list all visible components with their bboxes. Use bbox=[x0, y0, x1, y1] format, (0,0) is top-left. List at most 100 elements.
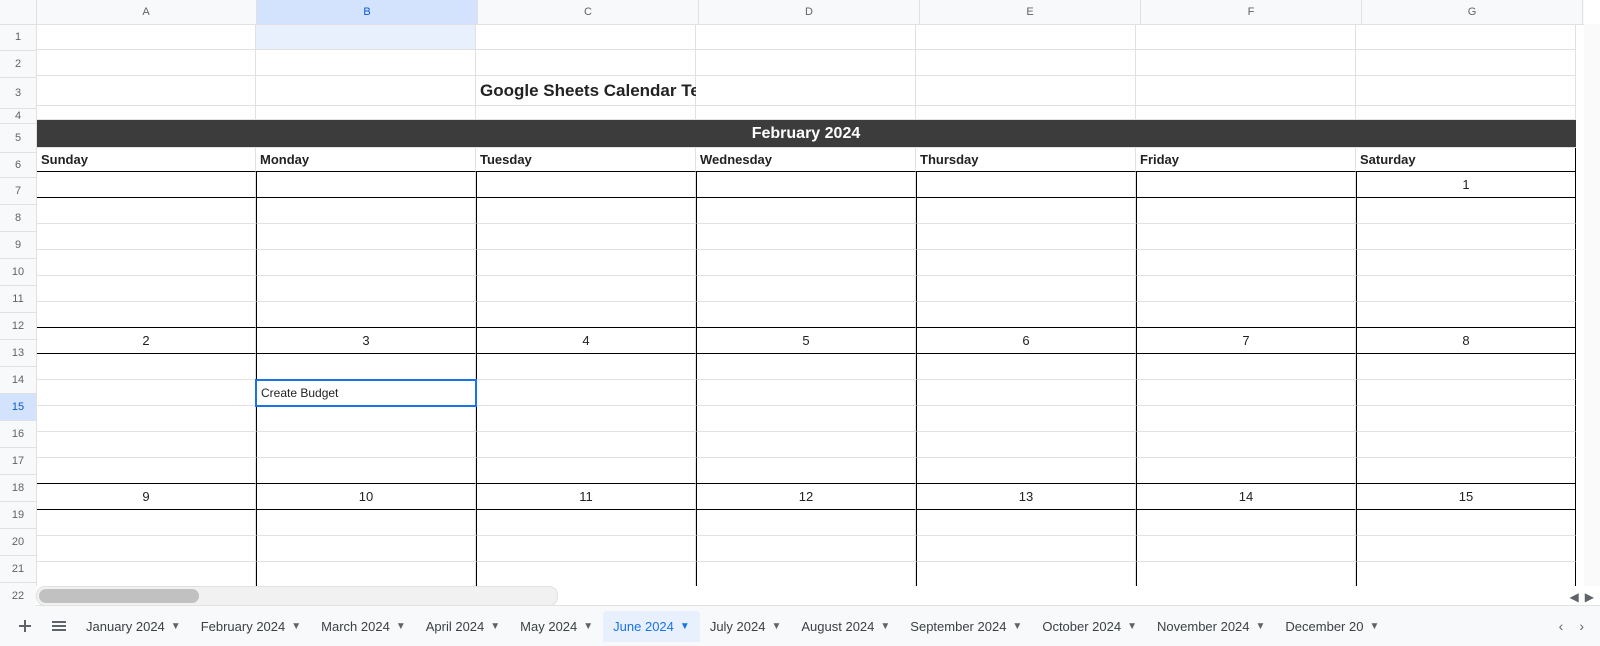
cell[interactable] bbox=[696, 458, 916, 484]
cell[interactable] bbox=[1136, 172, 1356, 198]
chevron-down-icon[interactable]: ▼ bbox=[583, 621, 593, 632]
cell[interactable] bbox=[696, 250, 916, 276]
cell[interactable] bbox=[256, 250, 476, 276]
cell[interactable] bbox=[256, 458, 476, 484]
chevron-down-icon[interactable]: ▼ bbox=[171, 621, 181, 632]
cell[interactable] bbox=[256, 106, 476, 120]
sheet-tab[interactable]: February 2024▼ bbox=[191, 611, 311, 642]
cell[interactable] bbox=[1136, 106, 1356, 120]
chevron-down-icon[interactable]: ▼ bbox=[680, 621, 690, 632]
day-header[interactable]: Tuesday bbox=[476, 148, 696, 172]
cell[interactable] bbox=[36, 120, 256, 148]
day-header[interactable]: Thursday bbox=[916, 148, 1136, 172]
row-header-17[interactable]: 17 bbox=[0, 448, 36, 475]
row-header-5[interactable]: 5 bbox=[0, 124, 36, 153]
chevron-down-icon[interactable]: ▼ bbox=[291, 621, 301, 632]
cell[interactable] bbox=[916, 432, 1136, 458]
cell[interactable] bbox=[1356, 510, 1576, 536]
sheet-tab[interactable]: May 2024▼ bbox=[510, 611, 603, 642]
cell[interactable] bbox=[36, 224, 256, 250]
cell[interactable] bbox=[1356, 50, 1576, 76]
cell[interactable] bbox=[696, 536, 916, 562]
cell[interactable] bbox=[36, 562, 256, 586]
sheet-tab[interactable]: March 2024▼ bbox=[311, 611, 416, 642]
row-header-12[interactable]: 12 bbox=[0, 313, 36, 340]
cell[interactable] bbox=[36, 302, 256, 328]
sheet-tab[interactable]: September 2024▼ bbox=[900, 611, 1032, 642]
cell[interactable] bbox=[1136, 198, 1356, 224]
horizontal-scrollbar-thumb[interactable] bbox=[39, 589, 199, 603]
cell[interactable] bbox=[1136, 76, 1356, 106]
cell[interactable] bbox=[1356, 354, 1576, 380]
cell[interactable] bbox=[36, 536, 256, 562]
cell[interactable] bbox=[1136, 276, 1356, 302]
cell[interactable] bbox=[256, 276, 476, 302]
spreadsheet-grid[interactable]: Google Sheets Calendar TemplateFebruary … bbox=[36, 24, 1584, 586]
cell[interactable] bbox=[476, 106, 696, 120]
date-cell[interactable]: 6 bbox=[916, 328, 1136, 354]
cell[interactable] bbox=[1356, 120, 1576, 148]
cell[interactable] bbox=[916, 120, 1136, 148]
vertical-scrollbar[interactable] bbox=[1584, 24, 1600, 586]
date-cell[interactable]: 14 bbox=[1136, 484, 1356, 510]
row-header-10[interactable]: 10 bbox=[0, 259, 36, 286]
cell[interactable] bbox=[476, 510, 696, 536]
cell[interactable] bbox=[696, 224, 916, 250]
cell[interactable] bbox=[1356, 224, 1576, 250]
cell[interactable] bbox=[1136, 380, 1356, 406]
date-cell[interactable]: 8 bbox=[1356, 328, 1576, 354]
row-header-9[interactable]: 9 bbox=[0, 232, 36, 259]
cell[interactable] bbox=[696, 406, 916, 432]
cell[interactable] bbox=[36, 106, 256, 120]
cell[interactable] bbox=[1356, 432, 1576, 458]
cell[interactable] bbox=[476, 406, 696, 432]
cell[interactable] bbox=[476, 276, 696, 302]
cell[interactable] bbox=[1136, 354, 1356, 380]
column-header-F[interactable]: F bbox=[1141, 0, 1362, 24]
cell[interactable] bbox=[696, 76, 916, 106]
cell[interactable] bbox=[696, 276, 916, 302]
row-header-21[interactable]: 21 bbox=[0, 556, 36, 583]
cell[interactable] bbox=[1136, 458, 1356, 484]
sheet-tab[interactable]: January 2024▼ bbox=[76, 611, 191, 642]
cell[interactable] bbox=[476, 380, 696, 406]
column-header-C[interactable]: C bbox=[478, 0, 699, 24]
cell[interactable] bbox=[1356, 76, 1576, 106]
row-header-14[interactable]: 14 bbox=[0, 367, 36, 394]
cell[interactable] bbox=[476, 458, 696, 484]
cell[interactable] bbox=[476, 432, 696, 458]
cell[interactable] bbox=[36, 458, 256, 484]
day-header[interactable]: Friday bbox=[1136, 148, 1356, 172]
cell[interactable] bbox=[476, 50, 696, 76]
tab-scroll-left[interactable]: ‹ bbox=[1551, 612, 1572, 640]
column-header-D[interactable]: D bbox=[699, 0, 920, 24]
month-title[interactable]: February 2024 bbox=[696, 120, 916, 148]
row-header-19[interactable]: 19 bbox=[0, 502, 36, 529]
cell[interactable] bbox=[476, 302, 696, 328]
cell[interactable] bbox=[696, 562, 916, 586]
cell[interactable] bbox=[916, 276, 1136, 302]
row-header-22[interactable]: 22 bbox=[0, 583, 36, 606]
chevron-down-icon[interactable]: ▼ bbox=[490, 621, 500, 632]
date-cell[interactable]: 7 bbox=[1136, 328, 1356, 354]
sheet-tab[interactable]: August 2024▼ bbox=[791, 611, 900, 642]
cell[interactable] bbox=[256, 198, 476, 224]
row-header-1[interactable]: 1 bbox=[0, 24, 36, 51]
cell[interactable] bbox=[916, 302, 1136, 328]
cell[interactable] bbox=[256, 432, 476, 458]
chevron-down-icon[interactable]: ▼ bbox=[1369, 621, 1379, 632]
cell[interactable] bbox=[256, 536, 476, 562]
cell[interactable] bbox=[696, 172, 916, 198]
cell[interactable] bbox=[256, 24, 476, 50]
cell[interactable] bbox=[696, 106, 916, 120]
column-header-A[interactable]: A bbox=[36, 0, 257, 24]
cell[interactable] bbox=[256, 354, 476, 380]
cell[interactable] bbox=[256, 120, 476, 148]
cell[interactable] bbox=[256, 562, 476, 586]
row-header-6[interactable]: 6 bbox=[0, 153, 36, 178]
cell[interactable] bbox=[476, 562, 696, 586]
cell[interactable] bbox=[1136, 406, 1356, 432]
column-header-G[interactable]: G bbox=[1362, 0, 1583, 24]
cell[interactable] bbox=[256, 50, 476, 76]
chevron-down-icon[interactable]: ▼ bbox=[1256, 621, 1266, 632]
